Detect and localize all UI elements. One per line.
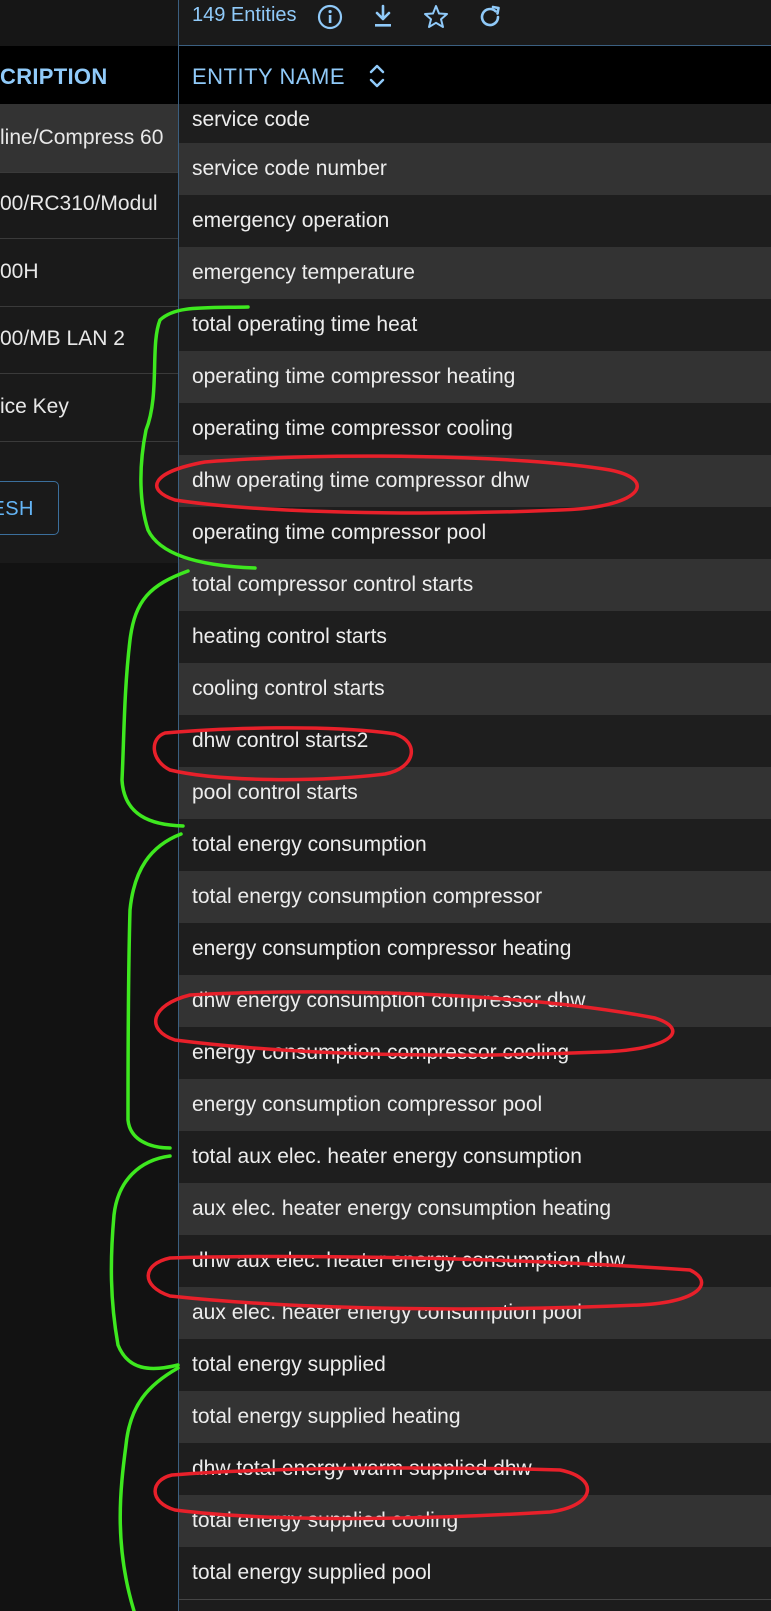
entity-row[interactable]: operating time compressor pool xyxy=(179,507,771,560)
entity-row[interactable]: heating control starts xyxy=(179,611,771,664)
entity-name: total energy consumption compressor xyxy=(192,885,543,908)
entity-name: total operating time heat xyxy=(192,313,418,336)
refresh-button-label: ESH xyxy=(0,498,34,520)
entity-row[interactable]: total aux elec. heater energy consumptio… xyxy=(179,1131,771,1184)
entity-name: heating control starts xyxy=(192,625,387,648)
entity-name: energy consumption compressor pool xyxy=(192,1093,543,1116)
entity-name: total compressor control starts xyxy=(192,573,474,596)
entity-name: service code xyxy=(192,108,310,131)
entity-name: total energy supplied cooling xyxy=(192,1509,459,1532)
entity-name: total energy supplied heating xyxy=(192,1405,461,1428)
entity-name-column-header[interactable]: ENTITY NAME xyxy=(179,46,771,106)
entity-row[interactable]: dhw aux elec. heater energy consumption … xyxy=(179,1235,771,1288)
entity-name: emergency operation xyxy=(192,209,390,232)
entity-row[interactable]: total energy consumption xyxy=(179,819,771,872)
entity-name: operating time compressor cooling xyxy=(192,417,513,440)
entity-row[interactable]: emergency temperature xyxy=(179,247,771,300)
entity-name: service code number xyxy=(192,157,387,180)
device-row[interactable]: 00H xyxy=(0,238,178,307)
entity-name: pool control starts xyxy=(192,781,358,804)
sort-icon[interactable] xyxy=(366,60,388,92)
refresh-icon[interactable] xyxy=(475,2,505,32)
entity-row[interactable]: operating time compressor heating xyxy=(179,351,771,404)
entity-row[interactable]: aux elec. heater energy consumption pool xyxy=(179,1287,771,1340)
entity-row[interactable]: dhw energy consumption compressor dhw xyxy=(179,975,771,1028)
entity-name: operating time compressor heating xyxy=(192,365,516,388)
entity-name: total aux elec. heater energy consumptio… xyxy=(192,1145,582,1168)
entity-row[interactable]: total compressor control starts xyxy=(179,559,771,612)
entity-name: total energy supplied pool xyxy=(192,1561,432,1584)
entity-name: dhw energy consumption compressor dhw xyxy=(192,989,586,1012)
entity-row[interactable]: total energy supplied cooling xyxy=(179,1495,771,1548)
device-row-label: 00H xyxy=(0,260,39,283)
entity-name: aux elec. heater energy consumption pool xyxy=(192,1301,582,1324)
entity-row[interactable]: total energy consumption compressor xyxy=(179,871,771,924)
device-row-label: ice Key xyxy=(0,395,69,418)
entity-name: operating time compressor pool xyxy=(192,521,487,544)
entity-name: aux elec. heater energy consumption heat… xyxy=(192,1197,612,1220)
entity-row[interactable]: emergency operation xyxy=(179,195,771,248)
entity-name: dhw aux elec. heater energy consumption … xyxy=(192,1249,626,1272)
entity-name: energy consumption compressor cooling xyxy=(192,1041,570,1064)
entity-name: total energy supplied xyxy=(192,1353,386,1376)
devices-column-header[interactable]: CRIPTION xyxy=(0,46,178,106)
device-row[interactable]: 00/RC310/Modul xyxy=(0,170,178,239)
entities-toolbar: 149 Entities xyxy=(179,0,771,46)
entity-name: dhw total energy warm supplied dhw xyxy=(192,1457,532,1480)
device-row-label: line/Compress 60 xyxy=(0,126,164,149)
download-icon[interactable] xyxy=(368,2,398,32)
entity-row[interactable]: total energy supplied xyxy=(179,1339,771,1392)
entity-row[interactable]: energy consumption compressor heating xyxy=(179,923,771,976)
entity-row[interactable]: dhw control starts2 xyxy=(179,715,771,768)
entity-row[interactable]: total energy supplied heating xyxy=(179,1391,771,1444)
entity-row[interactable]: service code number xyxy=(179,143,771,196)
entity-count: 149 Entities xyxy=(192,4,297,26)
entity-row[interactable]: energy consumption compressor cooling xyxy=(179,1027,771,1080)
entity-row[interactable]: dhw operating time compressor dhw xyxy=(179,455,771,508)
entities-panel: 149 Entities ENTITY NAME service code se… xyxy=(178,0,771,1611)
entity-name: total energy consumption xyxy=(192,833,427,856)
entity-name: emergency temperature xyxy=(192,261,415,284)
entity-name: energy consumption compressor heating xyxy=(192,937,572,960)
refresh-button[interactable]: ESH xyxy=(0,481,59,535)
entity-row[interactable]: energy consumption compressor pool xyxy=(179,1079,771,1132)
entity-row[interactable]: total operating time heat xyxy=(179,299,771,352)
devices-toolbar xyxy=(0,0,178,46)
devices-panel: CRIPTION line/Compress 60 00/RC310/Modul… xyxy=(0,0,178,1611)
entity-name: cooling control starts xyxy=(192,677,385,700)
devices-column-header-label: CRIPTION xyxy=(0,64,108,89)
device-row[interactable]: 00/MB LAN 2 xyxy=(0,305,178,374)
entity-name: dhw operating time compressor dhw xyxy=(192,469,530,492)
device-row-label: 00/MB LAN 2 xyxy=(0,327,125,350)
device-row[interactable]: line/Compress 60 xyxy=(0,104,178,173)
entity-row[interactable]: total energy supplied pool xyxy=(179,1547,771,1600)
device-row[interactable]: ice Key xyxy=(0,373,178,442)
star-icon[interactable] xyxy=(421,2,451,32)
entity-row[interactable]: cooling control starts xyxy=(179,663,771,716)
entity-row[interactable]: operating time compressor cooling xyxy=(179,403,771,456)
entity-name-header-label: ENTITY NAME xyxy=(192,64,346,89)
entity-row[interactable]: pool control starts xyxy=(179,767,771,820)
entity-name: dhw control starts2 xyxy=(192,729,369,752)
entity-row[interactable]: aux elec. heater energy consumption heat… xyxy=(179,1183,771,1236)
device-row-label: 00/RC310/Modul xyxy=(0,192,158,215)
entity-row[interactable]: dhw total energy warm supplied dhw xyxy=(179,1443,771,1496)
info-icon[interactable] xyxy=(315,2,345,32)
